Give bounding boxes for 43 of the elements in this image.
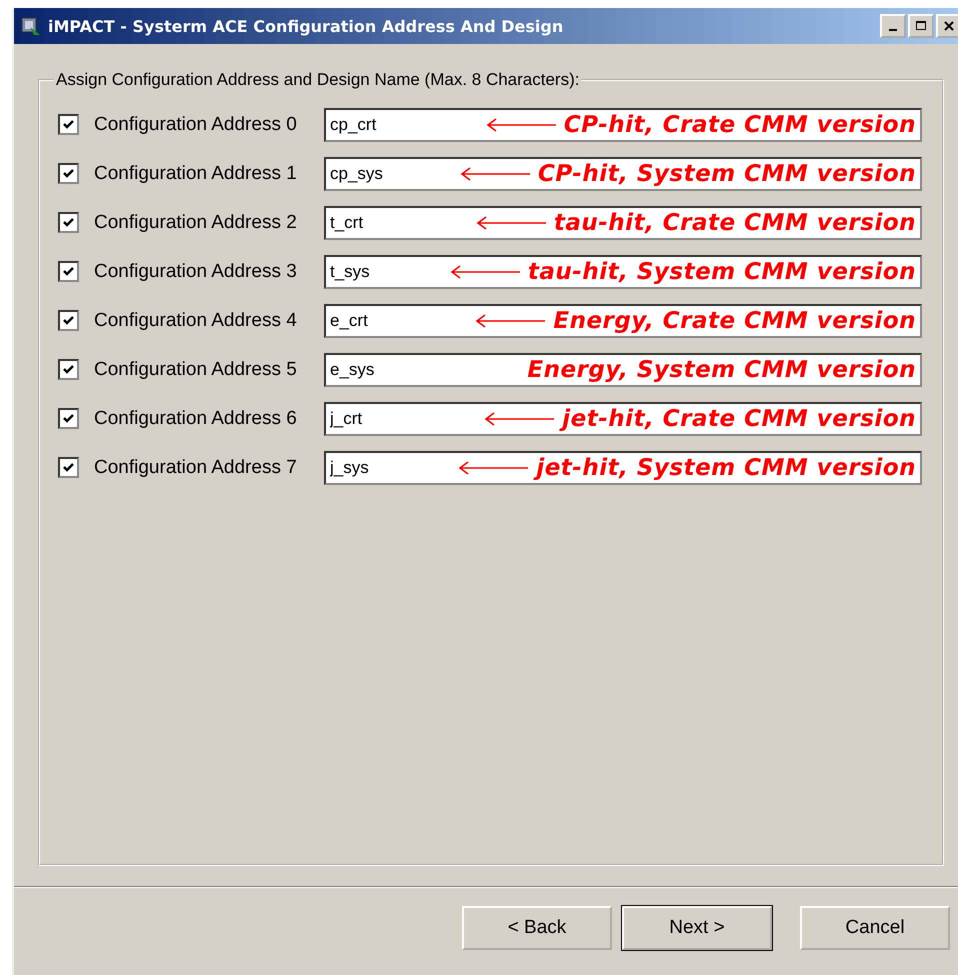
dialog-button[interactable]: Cancel	[800, 906, 950, 950]
checkbox-label: Configuration Address 1	[94, 162, 298, 184]
checkbox-label: Configuration Address 5	[94, 358, 298, 380]
app-icon	[20, 15, 42, 37]
checkbox[interactable]	[58, 212, 79, 233]
annotation-text: Energy, System CMM version	[527, 356, 916, 382]
checkbox[interactable]	[58, 457, 79, 478]
annotation-text: Energy, Crate CMM version	[553, 308, 916, 334]
window-title: iMPACT - Systerm ACE Configuration Address And Design	[48, 16, 564, 36]
maximize-icon	[915, 20, 927, 32]
group-legend: Assign Configuration Address and Design Name (Max. 8 Characters):	[54, 70, 582, 90]
maximize-button[interactable]	[908, 14, 934, 38]
checkbox[interactable]	[58, 408, 79, 429]
check-icon	[62, 118, 75, 131]
annotation-text: tau-hit, System CMM version	[528, 258, 916, 284]
check-icon	[62, 363, 75, 376]
minimize-button[interactable]	[880, 14, 906, 38]
checkbox-label: Configuration Address 4	[94, 310, 298, 332]
checkbox[interactable]	[58, 114, 79, 135]
close-icon	[943, 20, 955, 32]
check-icon	[62, 216, 75, 229]
checkbox-label: Configuration Address 0	[94, 114, 298, 136]
checkbox-label: Configuration Address 6	[94, 408, 298, 430]
checkbox[interactable]	[58, 163, 79, 184]
annotation-text: CP-hit, System CMM version	[538, 160, 916, 186]
minimize-icon	[889, 29, 897, 31]
annotation-text: tau-hit, Crate CMM version	[554, 210, 916, 236]
check-icon	[62, 265, 75, 278]
dialog-button[interactable]: < Back	[462, 906, 612, 950]
check-icon	[62, 412, 75, 425]
dialog-button[interactable]: Next >	[622, 906, 772, 950]
annotation-text: jet-hit, System CMM version	[536, 454, 916, 480]
annotation-text: CP-hit, Crate CMM version	[564, 112, 916, 138]
check-icon	[62, 461, 75, 474]
checkbox-label: Configuration Address 2	[94, 212, 298, 234]
check-icon	[62, 314, 75, 327]
checkbox-label: Configuration Address 3	[94, 260, 298, 282]
checkbox[interactable]	[58, 359, 79, 380]
checkbox-label: Configuration Address 7	[94, 456, 298, 478]
check-icon	[62, 167, 75, 180]
checkbox[interactable]	[58, 310, 79, 331]
checkbox[interactable]	[58, 261, 79, 282]
close-button[interactable]	[936, 14, 958, 38]
